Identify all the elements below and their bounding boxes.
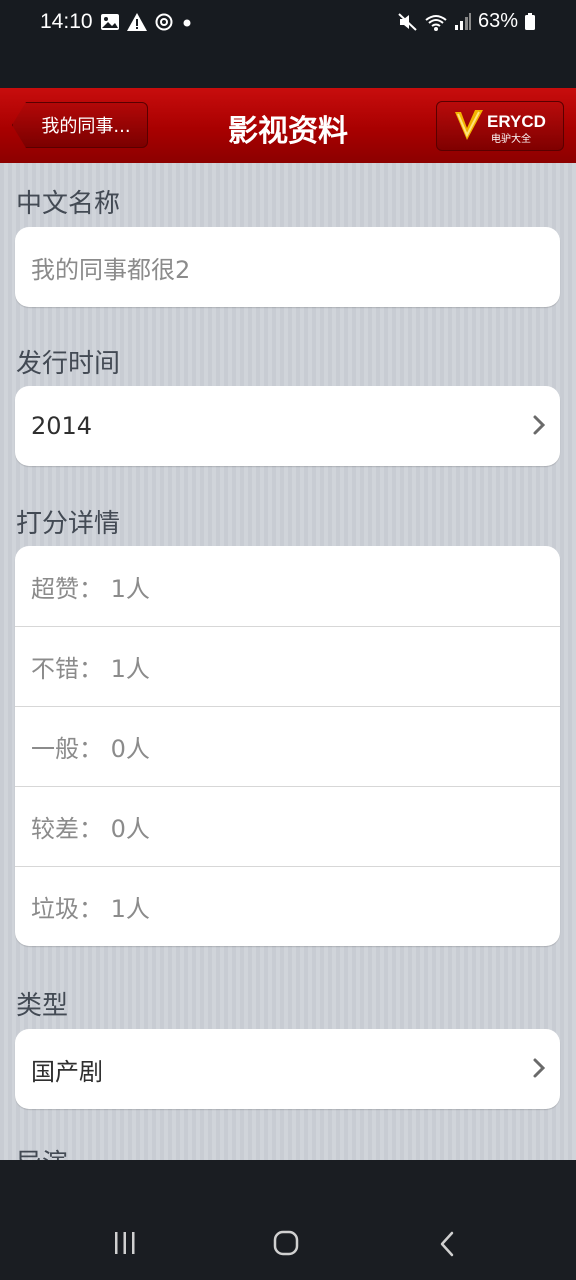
navigation-bar: 我的同事... 影视资料 ERYCD 电驴大全 [0,88,576,164]
section-header-chinese-name: 中文名称 [16,189,121,219]
chevron-right-icon [533,1058,546,1078]
battery-icon [525,12,535,30]
type-card[interactable]: 国产剧 [15,1029,560,1109]
rating-row-excellent: 超赞： 1人 [31,574,150,603]
type-row[interactable]: 国产剧 [15,1029,560,1109]
release-time-card[interactable]: 2014 [15,386,560,466]
section-header-type: 类型 [16,991,69,1021]
battery-percent: 63% [477,10,518,32]
home-icon[interactable] [272,1229,300,1257]
release-time-value: 2014 [31,412,93,440]
rating-row-good: 不错： 1人 [15,626,560,706]
logo-sub-text: 电驴大全 [491,132,531,145]
release-time-row[interactable]: 2014 [15,386,560,466]
rating-row-average: 一般： 0人 [15,706,560,786]
system-status: 63% [398,10,536,33]
chinese-name-value: 我的同事都很2 [31,255,191,284]
sync-icon [155,13,173,31]
notification-icons [100,12,194,32]
status-bar: 14:10 63% [0,0,576,88]
wifi-icon [425,14,447,31]
chevron-right-icon [533,415,546,435]
status-time: 14:10 [40,10,93,33]
verycd-logo-button[interactable]: ERYCD 电驴大全 [436,101,564,151]
section-header-release-time: 发行时间 [16,349,121,379]
recent-apps-icon[interactable] [110,1230,140,1256]
verycd-logo-icon: ERYCD 电驴大全 [455,110,546,145]
rating-row-trash: 垃圾： 1人 [15,866,560,946]
section-header-rating-details: 打分详情 [16,509,121,539]
logo-main-text: ERYCD [487,112,546,131]
details-content[interactable]: 中文名称 我的同事都很2 发行时间 2014 打分详情 超赞： 1人 不错： 1… [0,163,576,1160]
signal-icon [454,12,471,30]
type-value: 国产剧 [31,1057,103,1086]
dot-icon [183,19,191,27]
mute-icon [398,12,417,31]
back-icon[interactable] [436,1230,460,1258]
rating-row-poor: 较差： 0人 [15,786,560,866]
system-navigation-bar [0,1160,576,1280]
chinese-name-card: 我的同事都很2 [15,227,560,307]
warning-icon [127,13,147,31]
rating-details-card: 超赞： 1人 不错： 1人 一般： 0人 较差： 0人 垃圾： 1人 [15,546,560,946]
image-icon [101,14,119,30]
section-header-cast: 导演 [16,1143,68,1160]
